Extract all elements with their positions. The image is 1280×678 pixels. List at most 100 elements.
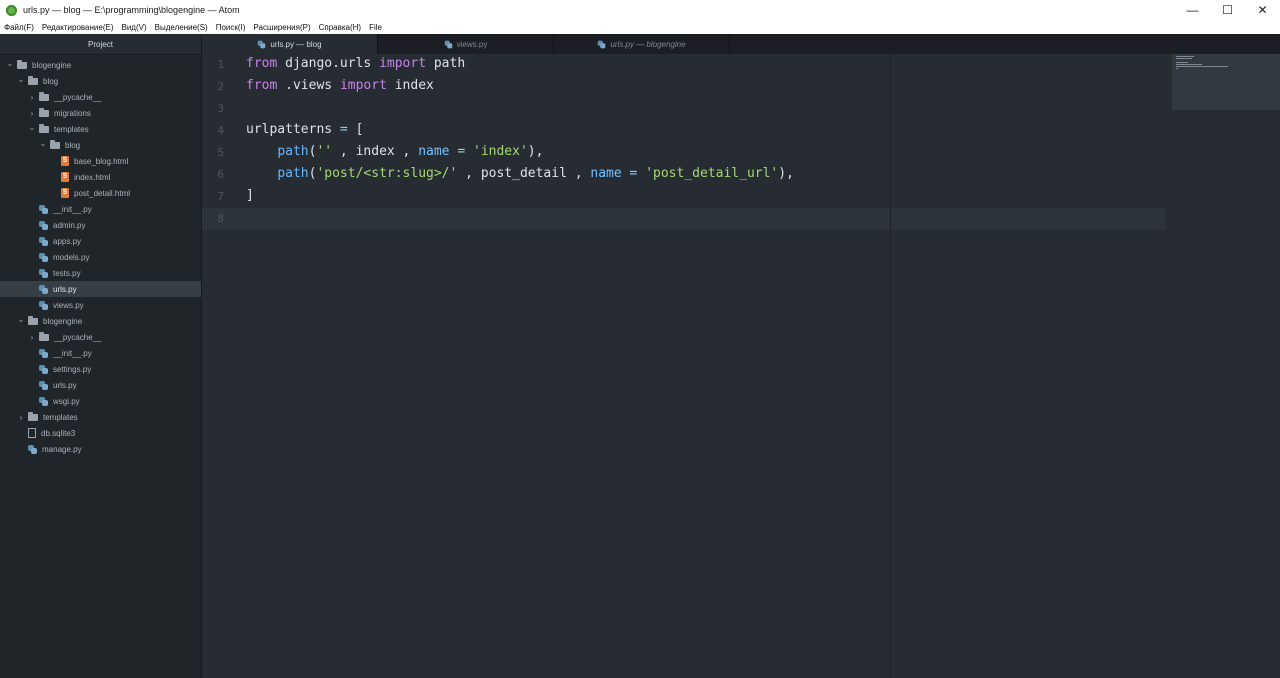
- chevron-right-icon[interactable]: ›: [28, 333, 36, 342]
- chevron-down-icon[interactable]: ⌄: [39, 139, 47, 148]
- tree-file[interactable]: ›post_detail.html: [0, 185, 201, 201]
- tree-item-label: urls.py: [53, 284, 77, 294]
- folder-icon: [28, 75, 38, 85]
- code-line[interactable]: from django.urls import path: [246, 56, 465, 71]
- tree-item-label: base_blog.html: [74, 156, 129, 166]
- menu-view[interactable]: Вид(V): [118, 23, 151, 32]
- tree-item-label: blog: [43, 76, 59, 86]
- code-line[interactable]: ]: [246, 188, 254, 203]
- menu-file-extra[interactable]: File: [365, 23, 386, 32]
- python-icon: [598, 40, 606, 48]
- minimap-line: [1176, 58, 1192, 59]
- file-icon: [28, 428, 36, 438]
- tree-item-label: settings.py: [53, 364, 92, 374]
- minimap-line: [1176, 68, 1178, 69]
- code-token: name: [590, 166, 622, 181]
- menu-file[interactable]: Файл(F): [0, 23, 38, 32]
- menu-selection[interactable]: Выделение(S): [151, 23, 212, 32]
- code-line[interactable]: path('post/<str:slug>/' , post_detail , …: [246, 166, 794, 181]
- tree-file[interactable]: ›index.html: [0, 169, 201, 185]
- tree-folder[interactable]: ⌄ blog: [0, 137, 201, 153]
- tab-views[interactable]: views.py: [378, 34, 554, 54]
- tree-item-label: tests.py: [53, 268, 81, 278]
- close-button[interactable]: ✕: [1245, 0, 1280, 20]
- tree-file[interactable]: ›tests.py: [0, 265, 201, 281]
- folder-icon: [39, 91, 49, 101]
- menu-find[interactable]: Поиск(I): [212, 23, 250, 32]
- tab-label: views.py: [456, 39, 488, 49]
- tree-item-label: migrations: [54, 108, 91, 118]
- chevron-down-icon[interactable]: ⌄: [17, 315, 25, 324]
- tree-folder[interactable]: › templates: [0, 409, 201, 425]
- tree-folder[interactable]: › __pycache__: [0, 89, 201, 105]
- chevron-right-icon[interactable]: ›: [17, 413, 25, 422]
- tree-file[interactable]: ›wsgi.py: [0, 393, 201, 409]
- html5-icon: [61, 188, 69, 198]
- folder-icon: [39, 123, 49, 133]
- folder-icon: [28, 411, 38, 421]
- menu-help[interactable]: Справка(H): [315, 23, 366, 32]
- code-line[interactable]: urlpatterns = [: [246, 122, 363, 137]
- tree-file[interactable]: ›base_blog.html: [0, 153, 201, 169]
- chevron-right-icon[interactable]: ›: [28, 109, 36, 118]
- tree-file[interactable]: ›urls.py: [0, 281, 201, 297]
- tree-item-label: __init__.py: [53, 348, 92, 358]
- chevron-down-icon[interactable]: ⌄: [17, 75, 25, 84]
- chevron-right-icon[interactable]: ›: [28, 93, 36, 102]
- tree-file[interactable]: ›admin.py: [0, 217, 201, 233]
- tree-file[interactable]: ›models.py: [0, 249, 201, 265]
- python-icon: [258, 40, 266, 48]
- tree-file[interactable]: ›apps.py: [0, 233, 201, 249]
- tree-file[interactable]: ›__init__.py: [0, 201, 201, 217]
- chevron-down-icon[interactable]: ⌄: [28, 123, 36, 132]
- tree-file[interactable]: ›settings.py: [0, 361, 201, 377]
- tab-urls-blogengine[interactable]: urls.py — blogengine: [554, 34, 730, 54]
- code-line[interactable]: from .views import index: [246, 78, 434, 93]
- tree-folder[interactable]: ⌄ blog: [0, 73, 201, 89]
- tree-file[interactable]: ›views.py: [0, 297, 201, 313]
- minimap[interactable]: [1166, 54, 1280, 678]
- html5-icon: [61, 172, 69, 182]
- tree-file[interactable]: ›urls.py: [0, 377, 201, 393]
- project-sidebar: Project ⌄ blogengine ⌄ blog › __pycache__ › mig…: [0, 34, 202, 678]
- code-token: ),: [527, 144, 544, 159]
- code-token: 'index': [473, 144, 528, 159]
- code-token: =: [339, 122, 348, 137]
- tree-file[interactable]: ›__init__.py: [0, 345, 201, 361]
- code-token: name: [418, 144, 450, 159]
- tab-label: urls.py — blogengine: [610, 39, 686, 49]
- tree-item-label: db.sqlite3: [41, 428, 76, 438]
- python-icon: [39, 236, 48, 246]
- menu-packages[interactable]: Расширения(P): [249, 23, 314, 32]
- code-token: 'post/<str:slug>/': [316, 166, 458, 181]
- code-editor[interactable]: 12345678 from django.urls import path fro…: [202, 54, 1166, 678]
- minimap-visible-region[interactable]: [1172, 54, 1280, 110]
- window-title: urls.py — blog — E:\programming\blogengi…: [23, 5, 240, 15]
- code-token: 'post_detail_url': [645, 166, 779, 181]
- maximize-button[interactable]: ☐: [1210, 0, 1245, 20]
- minimap-line: [1176, 56, 1194, 57]
- tree-folder[interactable]: ⌄ blogengine: [0, 313, 201, 329]
- tree-file[interactable]: ›manage.py: [0, 441, 201, 457]
- code-token: path: [277, 144, 309, 159]
- tree-file[interactable]: ›db.sqlite3: [0, 425, 201, 441]
- tree-item-label: __pycache__: [54, 332, 102, 342]
- line-number: 8: [217, 212, 224, 225]
- line-number-gutter: 1 2 3 4 5 6 7 8: [202, 54, 236, 678]
- python-icon: [39, 300, 48, 310]
- tab-urls-blog[interactable]: urls.py — blog: [202, 34, 378, 54]
- tree-folder[interactable]: › __pycache__: [0, 329, 201, 345]
- tree-folder[interactable]: › migrations: [0, 105, 201, 121]
- menu-edit[interactable]: Редактирование(E): [38, 23, 118, 32]
- minimize-button[interactable]: —: [1175, 0, 1210, 20]
- folder-icon: [28, 315, 38, 325]
- tree-item-label: views.py: [53, 300, 84, 310]
- code-line[interactable]: path('' , index , name = 'index'),: [246, 144, 543, 159]
- python-icon: [39, 220, 48, 230]
- tree-folder[interactable]: ⌄ blogengine: [0, 57, 201, 73]
- line-number: 6: [217, 168, 224, 181]
- chevron-down-icon[interactable]: ⌄: [6, 59, 14, 68]
- tree-folder[interactable]: ⌄ templates: [0, 121, 201, 137]
